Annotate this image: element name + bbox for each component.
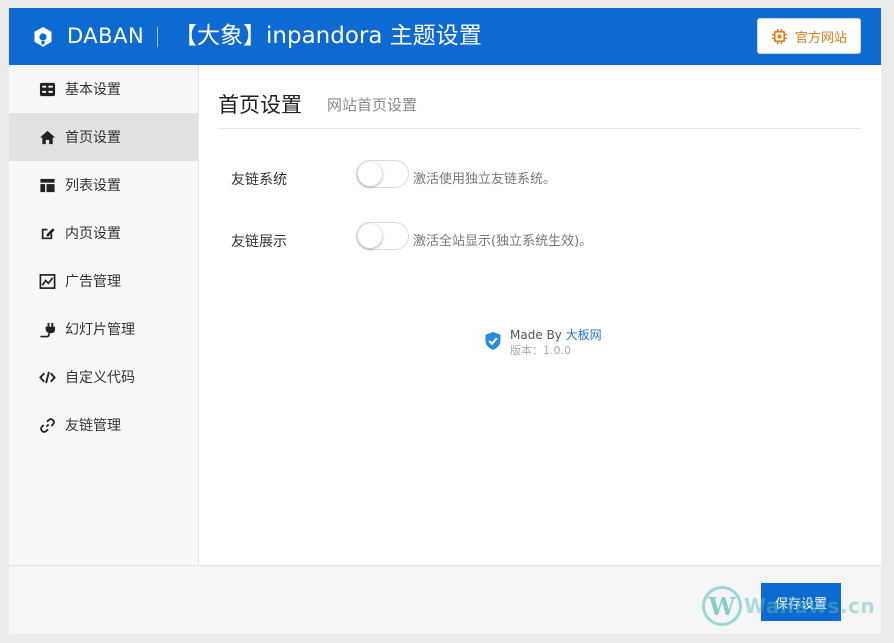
shield-check-icon	[485, 332, 501, 350]
toggle-knob	[358, 162, 382, 186]
sidebar-item-label: 首页设置	[65, 130, 121, 146]
sidebar-item-label: 自定义代码	[65, 370, 135, 386]
chart-icon	[38, 272, 56, 290]
sidebar-item-ads[interactable]: 广告管理	[9, 257, 198, 305]
section-divider	[218, 128, 861, 129]
brand-name: DABAN	[67, 24, 145, 48]
sidebar-item-label: 幻灯片管理	[65, 322, 135, 338]
sidebar-item-list[interactable]: 列表设置	[9, 161, 198, 209]
footer-bar: 保存设置	[9, 565, 881, 634]
sidebar-item-label: 广告管理	[65, 274, 121, 290]
credit-line: Made By 大板网	[510, 326, 602, 343]
sidebar-item-label: 列表设置	[65, 178, 121, 194]
sidebar-item-label: 基本设置	[65, 82, 121, 98]
code-icon	[38, 368, 56, 386]
sidebar-item-slides[interactable]: 幻灯片管理	[9, 305, 198, 353]
page-title: 【大象】inpandora 主题设置	[174, 23, 482, 49]
sidebar-item-label: 友链管理	[65, 418, 121, 434]
plug-icon	[38, 320, 56, 338]
credit-block: Made By 大板网 版本：1.0.0	[484, 326, 644, 362]
sidebar: 基本设置 首页设置 列表设置 内页设置 广告管理 幻灯片管理 自定义代码 友链管…	[9, 65, 199, 565]
section-title: 首页设置	[218, 93, 302, 117]
setting-desc-link-system: 激活使用独立友链系统。	[413, 172, 557, 187]
version-text: 版本：1.0.0	[510, 344, 571, 357]
edit-icon	[38, 224, 56, 242]
chip-icon	[771, 28, 788, 44]
dashboard-icon	[38, 80, 56, 98]
top-bar: DABAN 【大象】inpandora 主题设置 官方网站	[9, 8, 881, 65]
settings-window: DABAN 【大象】inpandora 主题设置 官方网站 基本设置 首页设置 …	[9, 8, 881, 634]
toggle-knob	[358, 224, 382, 248]
sidebar-item-home[interactable]: 首页设置	[9, 113, 198, 161]
sidebar-item-inner[interactable]: 内页设置	[9, 209, 198, 257]
link-icon	[38, 416, 56, 434]
sidebar-item-label: 内页设置	[65, 226, 121, 242]
main-content: 首页设置 网站首页设置 友链系统 激活使用独立友链系统。 友链展示 激活全站显示…	[199, 65, 881, 565]
setting-desc-link-display: 激活全站显示(独立系统生效)。	[413, 234, 593, 249]
brand-divider	[157, 27, 158, 47]
layout-icon	[38, 176, 56, 194]
toggle-link-display[interactable]	[356, 222, 409, 250]
official-site-button[interactable]: 官方网站	[757, 18, 861, 54]
sidebar-item-links[interactable]: 友链管理	[9, 401, 198, 449]
sidebar-item-basic[interactable]: 基本设置	[9, 65, 198, 113]
setting-label-link-system: 友链系统	[231, 172, 287, 188]
section-subtitle: 网站首页设置	[327, 96, 418, 114]
author-link[interactable]: 大板网	[566, 328, 602, 342]
sidebar-item-custom-code[interactable]: 自定义代码	[9, 353, 198, 401]
made-by-text: Made By	[510, 328, 566, 342]
official-site-label: 官方网站	[794, 30, 847, 46]
home-icon	[38, 128, 56, 146]
save-button[interactable]: 保存设置	[761, 583, 841, 621]
logo-icon	[34, 27, 52, 47]
setting-label-link-display: 友链展示	[231, 234, 287, 250]
toggle-link-system[interactable]	[356, 160, 409, 188]
